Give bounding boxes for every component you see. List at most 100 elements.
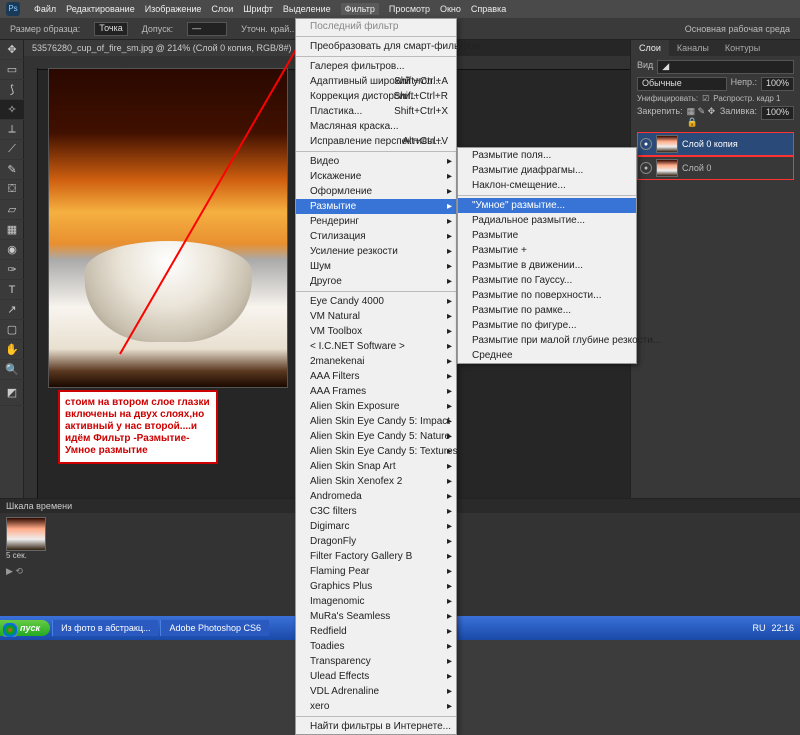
blur-tool[interactable]: ◉ [0, 240, 24, 260]
mi-plugin[interactable]: Alien Skin Eye Candy 5: Nature▸ [296, 429, 456, 444]
mi-plugin[interactable]: Alien Skin Snap Art▸ [296, 459, 456, 474]
shape-tool[interactable]: ▢ [0, 320, 24, 340]
mi-plugin[interactable]: 2manekenai▸ [296, 354, 456, 369]
mi-surface-blur[interactable]: Размытие по поверхности... [458, 288, 636, 303]
opt-sample[interactable]: Точка [94, 22, 127, 36]
mi-plugin[interactable]: Alien Skin Eye Candy 5: Textures▸ [296, 444, 456, 459]
tab-paths[interactable]: Контуры [717, 40, 768, 56]
marquee-tool[interactable]: ▭ [0, 60, 24, 80]
mi-plugin[interactable]: < I.C.NET Software >▸ [296, 339, 456, 354]
mi-video[interactable]: Видео▸ [296, 154, 456, 169]
mi-plugin[interactable]: Alien Skin Exposure▸ [296, 399, 456, 414]
eraser-tool[interactable]: ▱ [0, 200, 24, 220]
mi-tilt-shift[interactable]: Наклон-смещение... [458, 178, 636, 193]
mi-plugin[interactable]: VDL Adrenaline▸ [296, 684, 456, 699]
mi-plugin[interactable]: Filter Factory Gallery B▸ [296, 549, 456, 564]
fill-field[interactable]: 100% [761, 106, 794, 120]
path-tool[interactable]: ↗ [0, 300, 24, 320]
mi-plugin[interactable]: AAA Frames▸ [296, 384, 456, 399]
opt-tolerance[interactable]: — [187, 22, 227, 36]
menu-view[interactable]: Просмотр [389, 4, 430, 14]
mi-field-blur[interactable]: Размытие поля... [458, 148, 636, 163]
mi-shape-blur[interactable]: Размытие по фигуре... [458, 318, 636, 333]
mi-lens[interactable]: Коррекция дисторсии...Shift+Ctrl+R [296, 89, 456, 104]
tab-channels[interactable]: Каналы [669, 40, 717, 56]
zoom-tool[interactable]: 🔍 [0, 360, 24, 380]
tab-layers[interactable]: Слои [631, 40, 669, 56]
mi-plugin[interactable]: Redfield▸ [296, 624, 456, 639]
menu-image[interactable]: Изображение [145, 4, 202, 14]
mi-sharpen[interactable]: Усиление резкости▸ [296, 244, 456, 259]
mi-plugin[interactable]: xero▸ [296, 699, 456, 714]
layer-row-active[interactable]: ● Слой 0 копия [637, 132, 794, 156]
clock[interactable]: 22:16 [771, 623, 794, 633]
mi-render[interactable]: Рендеринг▸ [296, 214, 456, 229]
menu-edit[interactable]: Редактирование [66, 4, 135, 14]
mi-oil[interactable]: Масляная краска... [296, 119, 456, 134]
mi-plugin[interactable]: VM Natural▸ [296, 309, 456, 324]
move-tool[interactable]: ✥ [0, 40, 24, 60]
brush-tool[interactable]: ✎ [0, 160, 24, 180]
fg-bg-swatch[interactable]: ◩ [0, 380, 24, 406]
kind-filter[interactable]: ◢ [657, 60, 794, 74]
crop-tool[interactable]: ⟂ [0, 120, 24, 140]
mi-plugin[interactable]: AAA Filters▸ [296, 369, 456, 384]
lock-icons[interactable]: ▦ ✎ ✥ 🔒 [687, 106, 716, 128]
mi-plugin[interactable]: Ulead Effects▸ [296, 669, 456, 684]
mi-plugin[interactable]: Flaming Pear▸ [296, 564, 456, 579]
mi-vanishing[interactable]: Исправление перспективы...Alt+Ctrl+V [296, 134, 456, 149]
taskbar-btn-2[interactable]: Adobe Photoshop CS6 [160, 620, 269, 636]
mi-plugin[interactable]: MuRa's Seamless▸ [296, 609, 456, 624]
visibility-toggle[interactable]: ● [640, 138, 652, 150]
mi-noise[interactable]: Шум▸ [296, 259, 456, 274]
stamp-tool[interactable]: ⛋ [0, 180, 24, 200]
mi-motion-blur[interactable]: Размытие в движении... [458, 258, 636, 273]
spread-checkbox[interactable]: ☑ [702, 94, 709, 103]
mi-distort[interactable]: Искажение▸ [296, 169, 456, 184]
menu-filter[interactable]: Фильтр [341, 3, 379, 15]
workspace-switcher[interactable]: Основная рабочая среда [685, 24, 790, 34]
mi-lens-blur[interactable]: Размытие при малой глубине резкости... [458, 333, 636, 348]
mi-gaussian-blur[interactable]: Размытие по Гауссу... [458, 273, 636, 288]
start-button[interactable]: пуск [0, 620, 50, 636]
opt-refine[interactable]: Уточн. край... [241, 24, 297, 34]
mi-smart-convert[interactable]: Преобразовать для смарт-фильтров [296, 39, 456, 54]
opacity-field[interactable]: 100% [761, 77, 794, 91]
blend-mode[interactable]: Обычные [637, 77, 727, 91]
mi-pixelate[interactable]: Оформление▸ [296, 184, 456, 199]
mi-plugin[interactable]: Alien Skin Xenofex 2▸ [296, 474, 456, 489]
taskbar-btn-1[interactable]: Из фото в абстракц... [52, 620, 158, 636]
canvas[interactable] [48, 68, 288, 388]
mi-plugin[interactable]: Imagenomic▸ [296, 594, 456, 609]
mi-average[interactable]: Среднее [458, 348, 636, 363]
menu-type[interactable]: Шрифт [243, 4, 273, 14]
mi-blur[interactable]: Размытие▸ [296, 199, 456, 214]
pen-tool[interactable]: ✑ [0, 260, 24, 280]
lang-indicator[interactable]: RU [752, 623, 765, 633]
timeline-frame[interactable]: 5 сек. [6, 517, 46, 560]
mi-adaptive[interactable]: Адаптивный широкий угол...Shift+Ctrl+A [296, 74, 456, 89]
menu-help[interactable]: Справка [471, 4, 506, 14]
gradient-tool[interactable]: ▦ [0, 220, 24, 240]
mi-plugin[interactable]: DragonFly▸ [296, 534, 456, 549]
menu-file[interactable]: Файл [34, 4, 56, 14]
mi-plugin[interactable]: Toadies▸ [296, 639, 456, 654]
type-tool[interactable]: T [0, 280, 24, 300]
system-tray[interactable]: RU 22:16 [746, 623, 800, 633]
mi-plugin[interactable]: Graphics Plus▸ [296, 579, 456, 594]
frame-duration[interactable]: 5 сек. [6, 551, 46, 560]
mi-plugin[interactable]: VM Toolbox▸ [296, 324, 456, 339]
mi-iris-blur[interactable]: Размытие диафрагмы... [458, 163, 636, 178]
mi-other[interactable]: Другое▸ [296, 274, 456, 289]
eyedropper-tool[interactable]: ⟋ [0, 140, 24, 160]
layer-row[interactable]: ● Слой 0 [637, 156, 794, 180]
mi-blur-basic[interactable]: Размытие [458, 228, 636, 243]
mi-plugin[interactable]: Digimarc▸ [296, 519, 456, 534]
visibility-toggle[interactable]: ● [640, 162, 652, 174]
mi-plugin[interactable]: C3C filters▸ [296, 504, 456, 519]
menu-select[interactable]: Выделение [283, 4, 331, 14]
mi-browse-online[interactable]: Найти фильтры в Интернете... [296, 719, 456, 734]
menu-window[interactable]: Окно [440, 4, 461, 14]
mi-stylize[interactable]: Стилизация▸ [296, 229, 456, 244]
mi-plugin[interactable]: Eye Candy 4000▸ [296, 294, 456, 309]
